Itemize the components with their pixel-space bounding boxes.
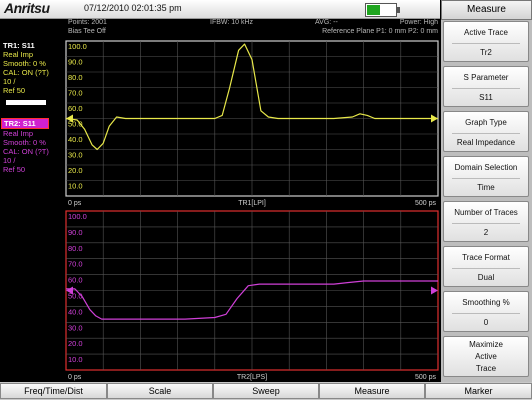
y-tick-label: 100.0 (68, 212, 87, 221)
x-axis-end-label: 500 ps (415, 374, 437, 381)
number-of-traces-button[interactable]: Number of Traces 2 (443, 201, 529, 242)
y-tick-label: 30.0 (68, 323, 83, 332)
trace-format-button[interactable]: Trace Format Dual (443, 246, 529, 287)
battery-fill (367, 5, 380, 15)
y-tick-label: 100.0 (68, 42, 87, 51)
measure-softkey[interactable]: Measure (319, 383, 425, 399)
maximize-active-trace-button[interactable]: Maximize Active Trace (443, 336, 529, 377)
softkey-bar: Freq/Time/Dist Scale Sweep Measure Marke… (0, 382, 532, 400)
y-tick-label: 80.0 (68, 244, 83, 253)
reference-plane-label: Reference Plane P1: 0 mm P2: 0 mm (322, 28, 438, 35)
trace2-graph[interactable]: 100.090.080.070.060.050.040.030.020.010.… (0, 208, 441, 382)
y-tick-label: 40.0 (68, 307, 83, 316)
y-tick-label: 70.0 (68, 89, 83, 98)
marker-softkey[interactable]: Marker (425, 383, 532, 399)
y-tick-label: 20.0 (68, 166, 83, 175)
y-tick-label: 90.0 (68, 58, 83, 67)
points-label: Points: 2001 (68, 19, 107, 26)
active-trace-button[interactable]: Active Trace Tr2 (443, 21, 529, 62)
smoothing-button[interactable]: Smoothing % 0 (443, 291, 529, 332)
x-axis-start-label: 0 ps (68, 200, 82, 207)
measure-menu: Measure Active Trace Tr2 S Parameter S11… (441, 0, 532, 382)
graph-type-button[interactable]: Graph Type Real Impedance (443, 111, 529, 152)
y-tick-label: 40.0 (68, 135, 83, 144)
avg-label: AVG: -- (315, 19, 338, 26)
scale-softkey[interactable]: Scale (107, 383, 213, 399)
y-tick-label: 60.0 (68, 104, 83, 113)
battery-icon (365, 3, 400, 17)
sweep-softkey[interactable]: Sweep (213, 383, 319, 399)
y-tick-label: 70.0 (68, 260, 83, 269)
y-tick-label: 10.0 (68, 182, 83, 191)
y-tick-label: 80.0 (68, 73, 83, 82)
y-tick-label: 30.0 (68, 151, 83, 160)
y-tick-label: 90.0 (68, 228, 83, 237)
menu-title: Measure (441, 0, 532, 20)
bias-tee-label: Bias Tee Off (68, 28, 106, 35)
y-tick-label: 20.0 (68, 339, 83, 348)
x-axis-start-label: 0 ps (68, 374, 82, 381)
x-axis-end-label: 500 ps (415, 200, 437, 207)
title-bar: Anritsu 07/12/2010 02:01:35 pm (0, 0, 440, 19)
power-label: Power: High (399, 19, 438, 26)
brand-logo: Anritsu (4, 0, 50, 16)
y-tick-label: 10.0 (68, 355, 83, 364)
s-parameter-button[interactable]: S Parameter S11 (443, 66, 529, 107)
trace-name-label: TR1[LPI] (238, 200, 266, 207)
domain-selection-button[interactable]: Domain Selection Time (443, 156, 529, 197)
datetime-label: 07/12/2010 02:01:35 pm (84, 3, 182, 13)
freq-time-dist-softkey[interactable]: Freq/Time/Dist (0, 383, 107, 399)
trace1-graph[interactable]: 100.090.080.070.060.050.040.030.020.010.… (0, 38, 441, 210)
ifbw-label: IFBW: 10 kHz (210, 19, 254, 26)
trace-name-label: TR2[LPS] (237, 374, 267, 381)
y-tick-label: 60.0 (68, 276, 83, 285)
